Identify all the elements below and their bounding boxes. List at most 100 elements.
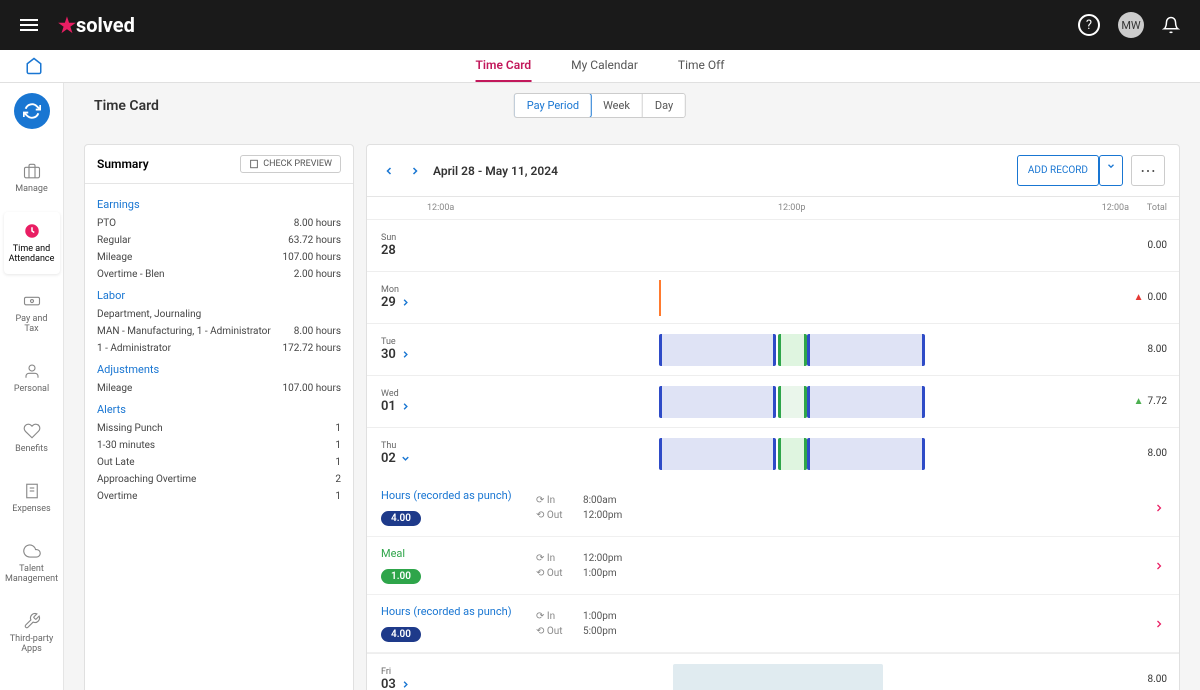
day-total: 8.00 (1129, 448, 1179, 459)
more-button[interactable]: ⋯ (1131, 155, 1165, 186)
header-left: ★solved (20, 13, 135, 37)
out-time: 1:00pm (583, 568, 617, 579)
sidebar-item-time[interactable]: Time and Attendance (4, 212, 60, 274)
summary-row-value: 1 (335, 491, 341, 502)
refresh-button[interactable] (14, 93, 50, 129)
tab-my-calendar[interactable]: My Calendar (571, 50, 638, 82)
summary-row-value: 172.72 hours (283, 343, 342, 354)
day-row: Fri038.00 (367, 653, 1179, 690)
next-arrow-icon[interactable] (407, 163, 423, 179)
sidebar-item-apps[interactable]: Third-party Apps (4, 602, 60, 664)
day-track[interactable] (427, 224, 1129, 268)
person-icon (23, 362, 41, 380)
in-label: ⟳ In (536, 553, 571, 564)
hamburger-icon[interactable] (20, 19, 38, 31)
out-label: ⟲ Out (536, 510, 571, 521)
add-record-button[interactable]: ADD RECORD (1017, 155, 1099, 186)
summary-row: 1-30 minutes1 (97, 437, 341, 454)
day-track[interactable] (427, 432, 1129, 476)
sidebar-item-benefits[interactable]: Benefits (4, 412, 60, 464)
sidebar-item-label: Manage (15, 184, 47, 194)
avatar[interactable]: MW (1118, 12, 1144, 38)
header-right: ? MW (1078, 12, 1180, 38)
entry-title: Hours (recorded as punch) (381, 489, 536, 502)
summary-row-value: 107.00 hours (283, 252, 342, 263)
tab-time-card[interactable]: Time Card (476, 50, 532, 82)
apps-icon (23, 612, 41, 630)
entry-chevron-icon[interactable] (1153, 502, 1165, 514)
date-range: April 28 - May 11, 2024 (433, 164, 558, 178)
summary-body: Earnings PTO8.00 hoursRegular63.72 hours… (85, 184, 353, 513)
summary-row-label: PTO (97, 218, 116, 229)
logo: ★solved (58, 13, 135, 37)
summary-row-value: 8.00 hours (294, 326, 341, 337)
summary-row-value: 1 (335, 440, 341, 451)
chevron-down-icon (1106, 161, 1116, 171)
expanded-entry: Meal1.00⟳ In12:00pm⟲ Out1:00pm (367, 537, 1179, 595)
out-label: ⟲ Out (536, 626, 571, 637)
timecard-header: April 28 - May 11, 2024 ADD RECORD ⋯ (367, 145, 1179, 197)
day-track[interactable] (427, 658, 1129, 690)
entry-chevron-icon[interactable] (1153, 618, 1165, 630)
day-total: ▲7.72 (1129, 396, 1179, 407)
summary-row-label: Out Late (97, 457, 135, 468)
summary-panel: Summary CHECK PREVIEW Earnings PTO8.00 h… (84, 144, 354, 690)
alert-icon: ▲ (1134, 292, 1144, 303)
out-label: ⟲ Out (536, 568, 571, 579)
day-total: 8.00 (1129, 344, 1179, 355)
summary-row-label: Department, Journaling (97, 309, 201, 320)
summary-row-value: 8.00 hours (294, 218, 341, 229)
day-track[interactable] (427, 328, 1129, 372)
out-time: 5:00pm (583, 626, 617, 637)
day-row: Sun280.00 (367, 219, 1179, 271)
help-icon[interactable]: ? (1078, 14, 1100, 36)
prev-arrow-icon[interactable] (381, 163, 397, 179)
clock-icon (23, 222, 41, 240)
alert-ok-icon: ▲ (1134, 396, 1144, 407)
day-track[interactable] (427, 380, 1129, 424)
entry-chevron-icon[interactable] (1153, 560, 1165, 572)
summary-row: MAN - Manufacturing, 1 - Administrator 8.… (97, 323, 341, 340)
summary-row: Overtime - Blen2.00 hours (97, 266, 341, 283)
seg-day[interactable]: Day (643, 94, 685, 117)
sidebar-item-expenses[interactable]: Expenses (4, 472, 60, 524)
seg-week[interactable]: Week (591, 94, 643, 117)
summary-row-label: 1 - Administrator (97, 343, 171, 354)
day-label: Sun28 (367, 233, 427, 258)
expand-day-icon[interactable] (400, 453, 411, 464)
sidebar-item-pay[interactable]: Pay and Tax (4, 282, 60, 344)
add-record-dropdown[interactable] (1099, 155, 1123, 186)
entry-title: Hours (recorded as punch) (381, 605, 536, 618)
day-label: Mon29 (367, 285, 427, 310)
sidebar-item-personal[interactable]: Personal (4, 352, 60, 404)
in-time: 1:00pm (583, 611, 617, 622)
bell-icon[interactable] (1162, 16, 1180, 34)
entry-pill: 4.00 (381, 511, 421, 526)
expand-day-icon[interactable] (400, 679, 411, 690)
day-row: Tue308.00 (367, 323, 1179, 375)
summary-row-label: MAN - Manufacturing, 1 - Administrator (97, 326, 271, 337)
out-time: 12:00pm (583, 510, 622, 521)
expand-day-icon[interactable] (400, 297, 411, 308)
summary-row: Mileage107.00 hours (97, 249, 341, 266)
home-icon[interactable] (25, 57, 43, 75)
logo-accent: ★ (58, 13, 76, 37)
sidebar-item-talent[interactable]: Talent Management (4, 532, 60, 594)
day-track[interactable] (427, 276, 1129, 320)
check-preview-button[interactable]: CHECK PREVIEW (240, 155, 341, 173)
money-icon (23, 292, 41, 310)
summary-row-label: Missing Punch (97, 423, 163, 434)
total-label: Total (1129, 203, 1179, 213)
summary-row: Department, Journaling (97, 306, 341, 323)
sidebar-item-label: Expenses (12, 504, 50, 514)
summary-row: Regular63.72 hours (97, 232, 341, 249)
tab-time-off[interactable]: Time Off (678, 50, 725, 82)
seg-pay-period[interactable]: Pay Period (514, 93, 592, 118)
in-time: 8:00am (583, 495, 617, 506)
sidebar-item-manage[interactable]: Manage (4, 152, 60, 204)
summary-row-label: Mileage (97, 383, 132, 394)
subnav: Time Card My Calendar Time Off (0, 50, 1200, 83)
expand-day-icon[interactable] (400, 349, 411, 360)
app-header: ★solved ? MW (0, 0, 1200, 50)
expand-day-icon[interactable] (400, 401, 411, 412)
